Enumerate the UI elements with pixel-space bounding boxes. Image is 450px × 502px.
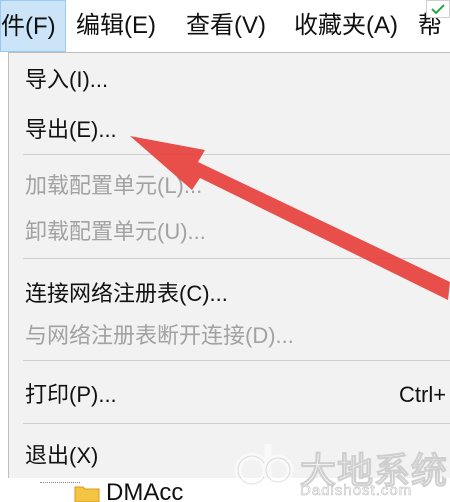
menu-item-connect-network-registry[interactable]: 连接网络注册表(C)...: [25, 279, 228, 309]
watermark-url: Dadishost.com: [300, 482, 413, 500]
menu-item-export-label: 导出(E)...: [25, 117, 117, 142]
menu-item-unload-hive: 卸载配置单元(U)...: [25, 217, 206, 247]
menu-favorites[interactable]: 收藏夹(A): [284, 0, 408, 52]
menu-item-print-shortcut: Ctrl+: [399, 382, 447, 407]
menu-item-connect-label: 连接网络注册表(C)...: [25, 281, 228, 306]
menu-item-exit[interactable]: 退出(X): [25, 441, 98, 471]
menu-item-load-hive-label: 加载配置单元(L)...: [25, 173, 203, 198]
menu-item-import-label: 导入(I)...: [25, 67, 109, 92]
menu-item-import[interactable]: 导入(I)...: [25, 65, 108, 95]
menu-separator: [23, 423, 450, 424]
menu-separator: [23, 360, 450, 361]
menu-view[interactable]: 查看(V): [176, 0, 284, 52]
menu-item-exit-label: 退出(X): [25, 443, 99, 468]
watermark-logo-icon: [234, 444, 294, 488]
check-badge-icon: [426, 0, 450, 18]
menu-bar: 件(F) 编辑(E) 查看(V) 收藏夹(A) 帮: [0, 0, 450, 52]
registry-editor-window: 件(F) 编辑(E) 查看(V) 收藏夹(A) 帮 导入(I)... 导出(E)…: [0, 0, 450, 502]
menu-item-print-label: 打印(P)...: [25, 382, 117, 407]
menu-item-load-hive: 加载配置单元(L)...: [25, 171, 202, 201]
file-menu-dropdown: 导入(I)... 导出(E)... 加载配置单元(L)... 卸载配置单元(U)…: [8, 52, 450, 492]
menu-item-disconnect-network-registry: 与网络注册表断开连接(D)...: [25, 321, 294, 351]
menu-favorites-label: 收藏夹(A): [294, 12, 398, 39]
menu-view-label: 查看(V): [186, 12, 266, 39]
menu-file-label: 件(F): [1, 13, 56, 40]
check-mark-icon: [431, 4, 445, 15]
menu-separator: [23, 154, 450, 155]
menu-file[interactable]: 件(F): [0, 0, 66, 52]
menu-item-disconnect-label: 与网络注册表断开连接(D)...: [25, 323, 294, 348]
folder-icon: [74, 486, 100, 502]
menu-separator: [23, 258, 450, 259]
menu-item-print[interactable]: 打印(P)...: [25, 380, 117, 410]
menu-edit-label: 编辑(E): [76, 12, 156, 39]
menu-item-export[interactable]: 导出(E)...: [25, 115, 117, 145]
menu-item-unload-hive-label: 卸载配置单元(U)...: [25, 219, 206, 244]
menu-edit[interactable]: 编辑(E): [66, 0, 176, 52]
tree-node-dmacc[interactable]: DMAcc: [106, 478, 183, 502]
